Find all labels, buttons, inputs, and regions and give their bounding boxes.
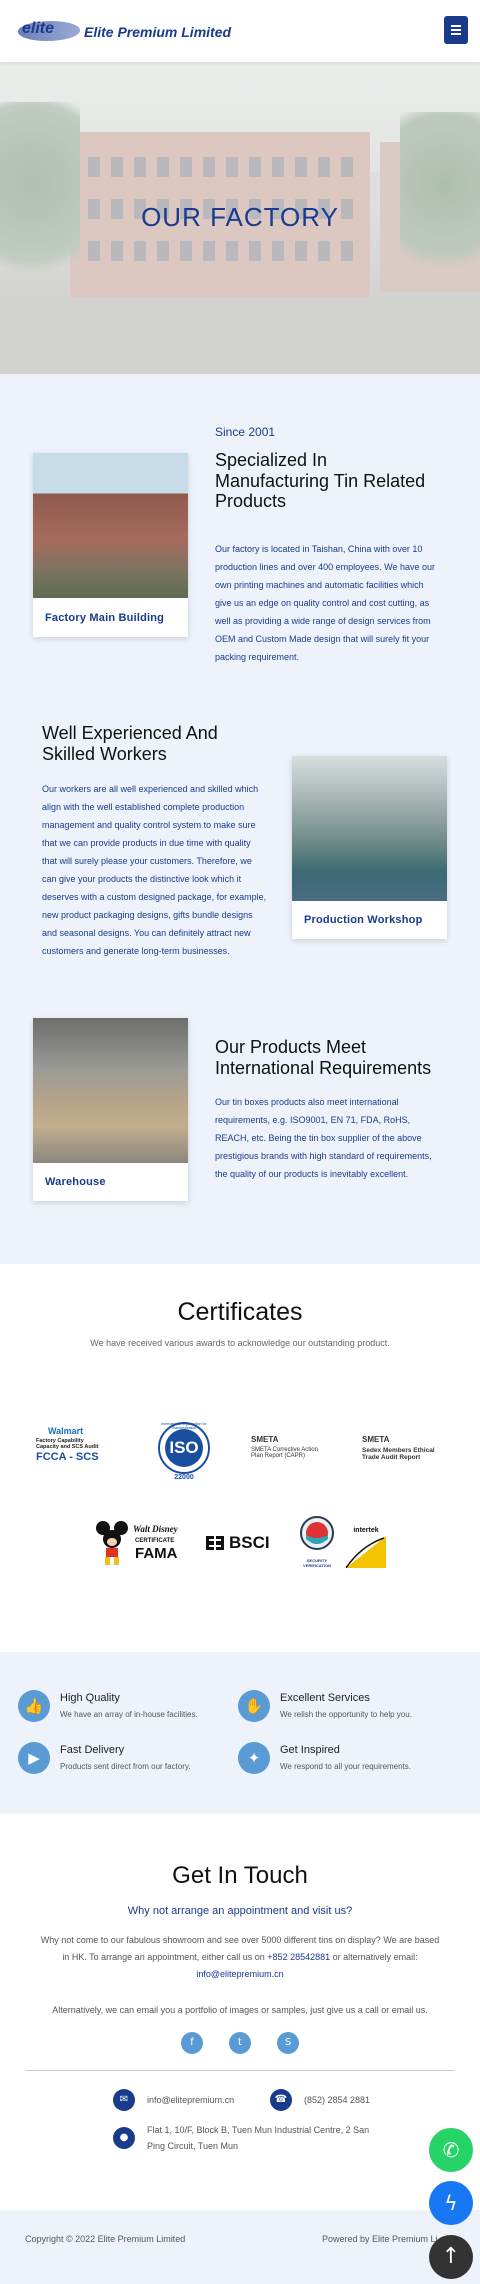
address-line1: Flat 1, 10/F, Block B, Tuen Mun Industri…	[147, 2125, 370, 2135]
disney-fama-logo: Walt Disney CERTIFICATE FAMA	[95, 1520, 185, 1568]
truck-icon: ▶	[18, 1742, 50, 1774]
smeta-brand: SMETA	[251, 1435, 279, 1444]
iso-number: 22000	[174, 1474, 194, 1481]
facebook-icon[interactable]: f	[181, 2032, 203, 2054]
contact-email[interactable]: info@elitepremium.cn	[147, 2092, 234, 2108]
lightbulb-icon: ✦	[238, 1742, 270, 1774]
intertek-logo: intertek	[345, 1527, 386, 1569]
hamburger-line	[451, 29, 461, 31]
since-label: Since 2001	[215, 425, 276, 439]
walmart-line2: Capacity and SCS Audit	[36, 1444, 99, 1450]
feature-title: High Quality	[60, 1692, 120, 1704]
powered-by-text[interactable]: Powered by Elite Premium Li	[322, 2234, 438, 2244]
feature-title: Fast Delivery	[60, 1744, 125, 1756]
phone-link[interactable]: +852 28542881	[267, 1952, 330, 1962]
touch-text: Why not come to our fabulous showroom an…	[40, 1935, 413, 1945]
sedex-brand: SMETA	[362, 1435, 390, 1444]
envelope-icon: ✉	[113, 2089, 135, 2111]
smeta-capr-logo: SMETA SMETA Corrective Action Plan Repor…	[251, 1435, 341, 1469]
sedex-line1: Sedex Members Ethical	[362, 1447, 435, 1454]
bsci-emblem	[206, 1536, 224, 1550]
factory-building-card: Factory Main Building	[33, 453, 188, 637]
image-caption: Warehouse	[45, 1176, 106, 1188]
get-in-touch-subtitle: Why not arrange an appointment and visit…	[127, 1905, 353, 1917]
logo-wordmark[interactable]: elite	[22, 20, 54, 38]
intertek-brand: intertek	[353, 1527, 379, 1534]
disney-brand: Walt Disney	[133, 1524, 178, 1534]
security-verification-logo: SECURITY VERIFICATION	[299, 1515, 335, 1571]
touch-paragraph: Why not come to our fabulous showroom an…	[40, 1932, 440, 1983]
walmart-brand: Walmart	[48, 1426, 84, 1436]
divider	[25, 2070, 455, 2071]
bsci-brand: BSCI	[229, 1533, 270, 1552]
products-heading: Our Products Meet International Requirem…	[215, 1037, 432, 1078]
feature-description: Products sent direct from our factory.	[60, 1762, 191, 1771]
intertek-emblem	[345, 1536, 386, 1569]
email-link[interactable]: info@elitepremium.cn	[196, 1969, 283, 1979]
warehouse-photo	[33, 1018, 188, 1163]
feature-description: We respond to all your requirements.	[280, 1762, 412, 1771]
certificates-subtitle: We have received various awards to ackno…	[90, 1338, 390, 1348]
certificates-title: Certificates	[177, 1298, 303, 1326]
production-workshop-card: Production Workshop	[292, 756, 447, 939]
factory-building-photo	[33, 453, 188, 598]
map-pin-icon: ●	[113, 2127, 135, 2149]
skype-icon[interactable]: S	[277, 2032, 299, 2054]
warehouse-card: Warehouse	[33, 1018, 188, 1201]
smeta-capr-line2: Plan Report (CAPR)	[251, 1453, 306, 1459]
site-header: elite Elite Premium Limited	[0, 0, 480, 62]
handshake-icon: ✋	[238, 1690, 270, 1722]
products-paragraph: Our tin boxes products also meet interna…	[215, 1097, 432, 1179]
bsci-logo: BSCI	[204, 1531, 276, 1557]
menu-button[interactable]	[444, 16, 468, 44]
security-globe-icon	[300, 1516, 334, 1550]
scroll-up-button[interactable]: ↑	[429, 2235, 473, 2279]
disney-line2: FAMA	[135, 1545, 178, 1562]
copyright-text: Copyright © 2022 Elite Premium Limited	[25, 2234, 186, 2244]
whatsapp-icon: ✆	[442, 2138, 460, 2162]
page-title: OUR FACTORY	[141, 202, 339, 232]
scroll-up-icon: ↑	[441, 2244, 461, 2269]
workers-paragraph: Our workers are all well experienced and…	[42, 784, 267, 956]
messenger-icon: ϟ	[444, 2191, 458, 2215]
hero-banner: OUR FACTORY	[0, 62, 480, 374]
sedex-smeta-logo: SMETA Sedex Members Ethical Trade Audit …	[362, 1435, 454, 1469]
workers-heading: Well Experienced And Skilled Workers	[42, 723, 218, 764]
contact-address: Flat 1, 10/F, Block B, Tuen Mun Industri…	[147, 2122, 377, 2154]
mickey-mouse-icon	[96, 1521, 128, 1565]
sedex-line2: Trade Audit Report	[362, 1454, 421, 1461]
intro-paragraph: Our factory is located in Taishan, China…	[215, 544, 435, 662]
feature-description: We have an array of in-house facilities.	[60, 1710, 198, 1719]
features-section	[0, 1652, 480, 1814]
hamburger-line	[451, 33, 461, 35]
brand-name[interactable]: Elite Premium Limited	[84, 24, 231, 40]
production-workshop-photo	[292, 756, 447, 901]
iso-22000-logo: International Organization for Standardi…	[152, 1421, 216, 1481]
image-caption: Factory Main Building	[45, 612, 165, 624]
touch-paragraph-2: Alternatively, we can email you a portfo…	[52, 2005, 428, 2015]
image-caption: Production Workshop	[304, 914, 423, 926]
hamburger-menu-icon	[451, 25, 461, 27]
walmart-fcca-logo: Walmart Factory Capability Capacity and …	[36, 1426, 116, 1468]
feature-description: We relish the opportunity to help you.	[280, 1710, 412, 1719]
iso-arc-text: International Organization for Standardi…	[161, 1422, 207, 1430]
thumbs-up-icon: 👍	[18, 1690, 50, 1722]
site-footer	[0, 2210, 480, 2284]
intro-heading: Specialized In Manufacturing Tin Related…	[215, 450, 426, 512]
messenger-button[interactable]: ϟ	[429, 2181, 473, 2225]
security-line2: VERIFICATION	[303, 1563, 331, 1568]
phone-icon: ☎	[270, 2089, 292, 2111]
touch-text: or alternatively email:	[332, 1952, 418, 1962]
feature-title: Get Inspired	[280, 1744, 340, 1756]
get-in-touch-title: Get In Touch	[172, 1862, 308, 1889]
twitter-icon[interactable]: t	[229, 2032, 251, 2054]
whatsapp-button[interactable]: ✆	[429, 2128, 473, 2172]
disney-line1: CERTIFICATE	[135, 1538, 175, 1544]
iso-text: ISO	[169, 1438, 199, 1457]
contact-phone[interactable]: (852) 2854 2881	[304, 2092, 370, 2108]
address-line2: Ping Circuit, Tuen Mun	[147, 2141, 239, 2151]
walmart-tag: FCCA - SCS	[36, 1451, 99, 1463]
feature-title: Excellent Services	[280, 1692, 370, 1704]
